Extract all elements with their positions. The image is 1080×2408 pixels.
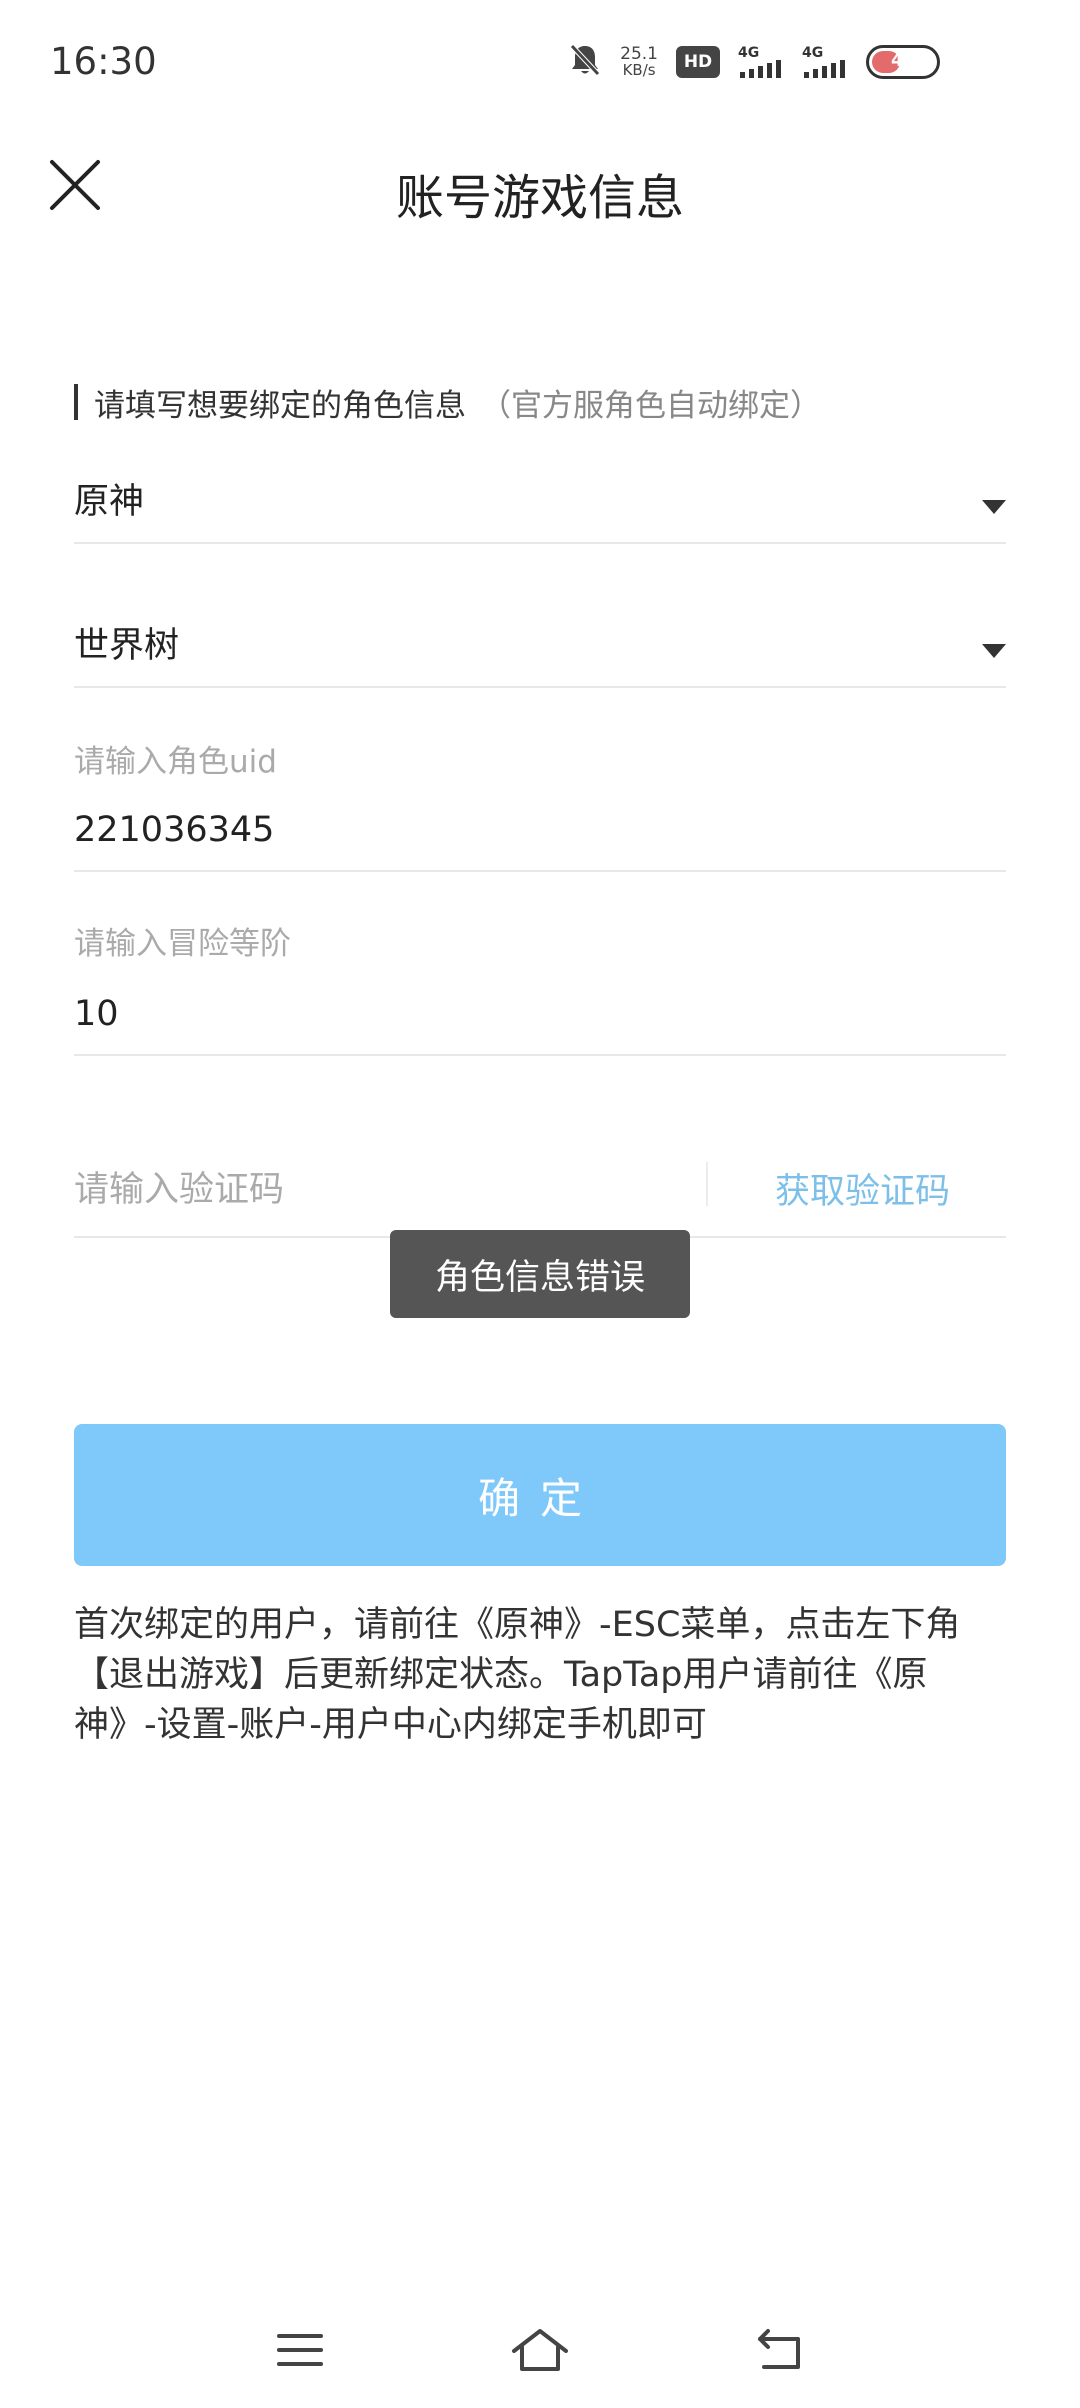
error-toast: 角色信息错误 [390,1230,690,1318]
home-button[interactable] [500,2320,580,2380]
navigation-bar [0,2300,1080,2408]
section-bar [74,384,78,420]
section-label: 请填写想要绑定的角色信息 （官方服角色自动绑定） [74,382,821,424]
level-label: 请输入冒险等阶 [74,926,291,962]
bell-off-icon [568,42,602,82]
caret-down-icon [982,644,1006,658]
screen: 16:30 25.1 KB/s HD 4G 4G 4 账号游戏信息 请填写想要绑… [0,0,1080,2408]
menu-icon [277,2334,323,2366]
uid-input-value: 221036345 [74,810,275,850]
signal-label: 4G [802,45,824,61]
page-title: 账号游戏信息 [395,170,684,226]
battery-icon: 4 [866,45,940,79]
get-code-button[interactable]: 获取验证码 [775,1163,950,1214]
net-speed-unit: KB/s [622,61,656,79]
uid-input[interactable]: 221036345 [74,802,1006,872]
server-select[interactable]: 世界树 [74,604,1006,688]
confirm-button[interactable]: 确定 [74,1424,1006,1566]
home-icon [512,2329,568,2371]
net-speed: 25.1 KB/s [620,46,658,78]
level-input[interactable]: 10 [74,986,1006,1056]
signal-icon: 4G [802,46,848,78]
caret-down-icon [982,500,1006,514]
status-icons: 25.1 KB/s HD 4G 4G 4 [568,40,940,84]
level-input-value: 10 [74,994,119,1034]
code-input[interactable]: 请输入验证码 获取验证码 [74,1152,1006,1238]
uid-label: 请输入角色uid [74,744,277,780]
section-label-text: 请填写想要绑定的角色信息 [94,387,466,424]
code-input-placeholder: 请输入验证码 [74,1170,285,1210]
signal-icon: 4G [738,46,784,78]
back-icon [758,2329,800,2369]
game-select-value: 原神 [74,482,145,522]
battery-level: 4 [891,50,904,71]
notice-text: 首次绑定的用户，请前往《原神》-ESC菜单，点击左下角【退出游戏】后更新绑定状态… [74,1605,961,1745]
signal-label: 4G [738,45,760,61]
hd-icon: HD [676,46,720,78]
menu-button[interactable] [260,2320,340,2380]
status-bar: 16:30 25.1 KB/s HD 4G 4G 4 [0,0,1080,120]
server-select-value: 世界树 [74,626,180,666]
section-hint: （官方服角色自动绑定） [480,387,821,424]
header: 账号游戏信息 [0,130,1080,240]
game-select[interactable]: 原神 [74,460,1006,544]
status-time: 16:30 [50,40,157,83]
back-button[interactable] [740,2320,820,2380]
code-divider [706,1162,708,1206]
